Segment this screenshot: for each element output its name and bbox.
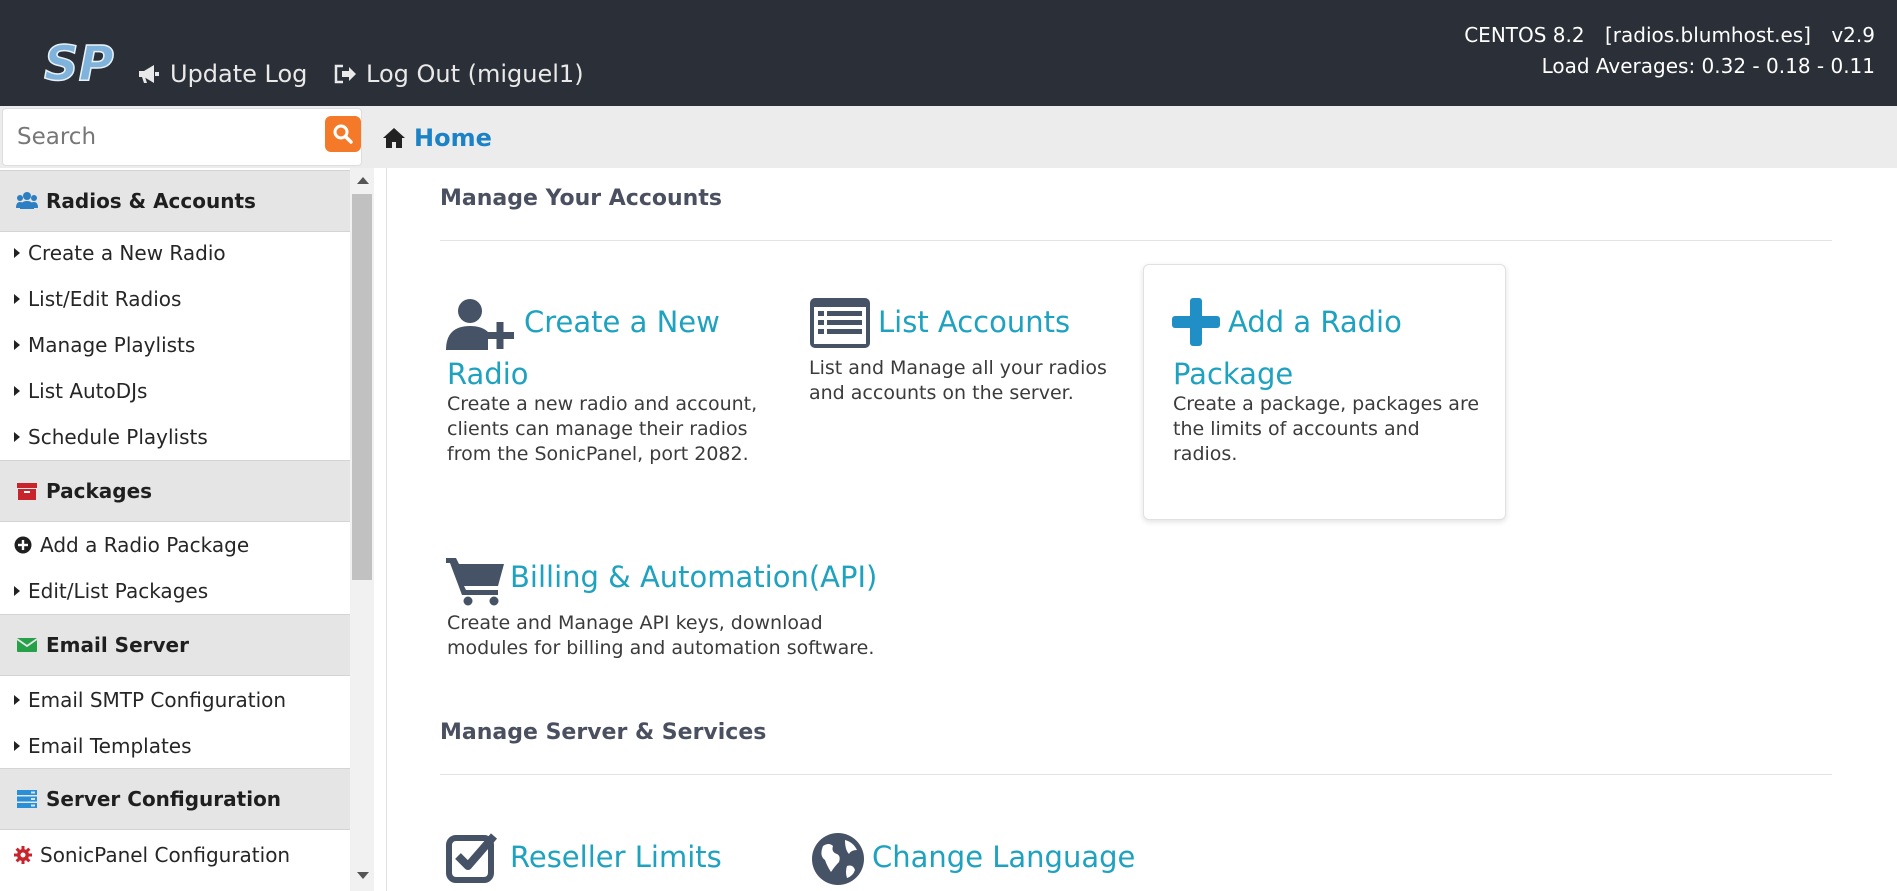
desc-line: the limits of accounts and: [1173, 418, 1420, 440]
caret-right-icon: [14, 340, 20, 350]
desc-line: Create a package, packages are: [1173, 393, 1480, 415]
sign-out-icon: [334, 64, 356, 84]
sidebar-item-label: Manage Playlists: [28, 333, 196, 357]
sidebar-section-label: Email Server: [46, 633, 189, 657]
server-icon: [17, 790, 37, 808]
caret-right-icon: [14, 386, 20, 396]
sidebar-item-label: Schedule Playlists: [28, 425, 208, 449]
globe-icon[interactable]: [811, 832, 865, 890]
desc-line: List and Manage all your radios: [809, 357, 1107, 379]
sidebar-section-packages[interactable]: Packages: [0, 460, 350, 522]
desc-line: modules for billing and automation softw…: [447, 637, 875, 659]
caret-right-icon: [14, 741, 20, 751]
sidebar-item-email-smtp[interactable]: Email SMTP Configuration: [14, 685, 286, 715]
section-divider: [440, 774, 1832, 775]
sidebar-section-server-config[interactable]: Server Configuration: [0, 768, 350, 830]
search-icon: [333, 124, 353, 144]
breadcrumb-home-label: Home: [414, 124, 492, 152]
logout-label: Log Out (miguel1): [366, 60, 584, 88]
sidebar-item-label: SonicPanel Configuration: [40, 843, 291, 867]
sidebar-section-radios[interactable]: Radios & Accounts: [0, 170, 350, 232]
sonicpanel-logo[interactable]: SP: [42, 35, 122, 93]
sidebar-item-edit-packages[interactable]: Edit/List Packages: [14, 576, 208, 606]
breadcrumb: Home: [364, 106, 1897, 168]
card-desc-billing: Create and Manage API keys, download mod…: [447, 611, 874, 661]
archive-icon: [17, 483, 37, 500]
card-desc-create-radio: Create a new radio and account, clients …: [447, 392, 757, 467]
section-title-server: Manage Server & Services: [440, 720, 767, 745]
card-title-reseller-limits[interactable]: Reseller Limits: [510, 831, 722, 883]
desc-line: radios.: [1173, 443, 1238, 465]
search-button[interactable]: [325, 116, 361, 152]
caret-right-icon: [14, 432, 20, 442]
list-alt-icon[interactable]: [810, 298, 870, 352]
sidebar-section-email[interactable]: Email Server: [0, 614, 350, 676]
sidebar-item-label: Edit/List Packages: [28, 579, 209, 603]
caret-right-icon: [14, 695, 20, 705]
sidebar-item-label: Create a New Radio: [28, 241, 226, 265]
update-log-label: Update Log: [170, 60, 308, 88]
load-averages: Load Averages: 0.32 - 0.18 - 0.11: [1541, 54, 1875, 78]
envelope-icon: [16, 638, 38, 652]
caret-right-icon: [14, 248, 20, 258]
search-input[interactable]: [2, 108, 362, 166]
sidebar-item-create-radio[interactable]: Create a New Radio: [14, 238, 226, 268]
update-log-link[interactable]: Update Log: [136, 60, 307, 88]
sidebar-item-add-radio-package[interactable]: Add a Radio Package: [14, 530, 249, 560]
scroll-up-arrow-icon[interactable]: [357, 177, 369, 184]
users-icon: [16, 192, 38, 209]
main-content: [386, 168, 1883, 891]
shopping-cart-icon[interactable]: [446, 556, 506, 610]
os-version: CENTOS 8.2: [1464, 23, 1585, 47]
card-title-add-package[interactable]: Add a Radio: [1228, 296, 1402, 348]
sidebar-item-list-radios[interactable]: List/Edit Radios: [14, 284, 181, 314]
server-hostname: [radios.blumhost.es]: [1604, 23, 1811, 47]
sidebar-item-manage-playlists[interactable]: Manage Playlists: [14, 330, 195, 360]
section-title-accounts: Manage Your Accounts: [440, 186, 722, 211]
desc-line: Create a new radio and account,: [447, 393, 758, 415]
bullhorn-icon: [139, 65, 159, 83]
sidebar: Radios & Accounts Create a New Radio Lis…: [0, 168, 350, 891]
desc-line: and accounts on the server.: [809, 382, 1074, 404]
top-header: SP Update Log Log Out (miguel1) CENTOS 8…: [0, 0, 1897, 106]
sidebar-item-label: List/Edit Radios: [28, 287, 182, 311]
logout-link[interactable]: Log Out (miguel1): [332, 60, 584, 88]
home-icon: [383, 128, 405, 148]
scroll-down-arrow-icon[interactable]: [357, 872, 369, 879]
cog-icon: [14, 846, 32, 864]
sidebar-item-label: Email SMTP Configuration: [28, 688, 287, 712]
desc-line: clients can manage their radios: [447, 418, 748, 440]
card-title-create-radio[interactable]: Create a New: [524, 296, 720, 348]
sidebar-item-sonicpanel-config[interactable]: SonicPanel Configuration: [14, 840, 290, 870]
panel-version: v2.9: [1831, 23, 1875, 47]
svg-text:SP: SP: [44, 36, 114, 88]
sidebar-section-label: Packages: [46, 479, 153, 503]
sidebar-section-label: Radios & Accounts: [46, 189, 256, 213]
search-area: [0, 106, 364, 168]
caret-right-icon: [14, 294, 20, 304]
sidebar-item-label: List AutoDJs: [28, 379, 148, 403]
scrollbar-thumb[interactable]: [352, 194, 372, 580]
sidebar-item-email-templates[interactable]: Email Templates: [14, 731, 192, 761]
breadcrumb-home[interactable]: Home: [382, 124, 492, 152]
section-divider: [440, 240, 1832, 241]
sidebar-item-label: Email Templates: [28, 734, 192, 758]
desc-line: from the SonicPanel, port 2082.: [447, 443, 749, 465]
card-title-billing[interactable]: Billing & Automation(API): [510, 551, 877, 603]
plus-circle-icon: [14, 536, 32, 554]
sidebar-item-list-autodjs[interactable]: List AutoDJs: [14, 376, 147, 406]
card-desc-add-package: Create a package, packages are the limit…: [1173, 392, 1479, 467]
sidebar-item-label: Add a Radio Package: [40, 533, 250, 557]
desc-line: Create and Manage API keys, download: [447, 612, 823, 634]
check-square-icon[interactable]: [446, 832, 502, 888]
sidebar-section-label: Server Configuration: [46, 787, 282, 811]
sidebar-item-schedule-playlists[interactable]: Schedule Playlists: [14, 422, 208, 452]
caret-right-icon: [14, 586, 20, 596]
card-desc-list-accounts: List and Manage all your radios and acco…: [809, 356, 1107, 406]
card-title-list-accounts[interactable]: List Accounts: [878, 296, 1070, 348]
system-info: CENTOS 8.2 [radios.blumhost.es] v2.9 Loa…: [1464, 20, 1875, 82]
card-title-change-language[interactable]: Change Language: [872, 831, 1135, 883]
plus-icon[interactable]: [1172, 298, 1220, 350]
